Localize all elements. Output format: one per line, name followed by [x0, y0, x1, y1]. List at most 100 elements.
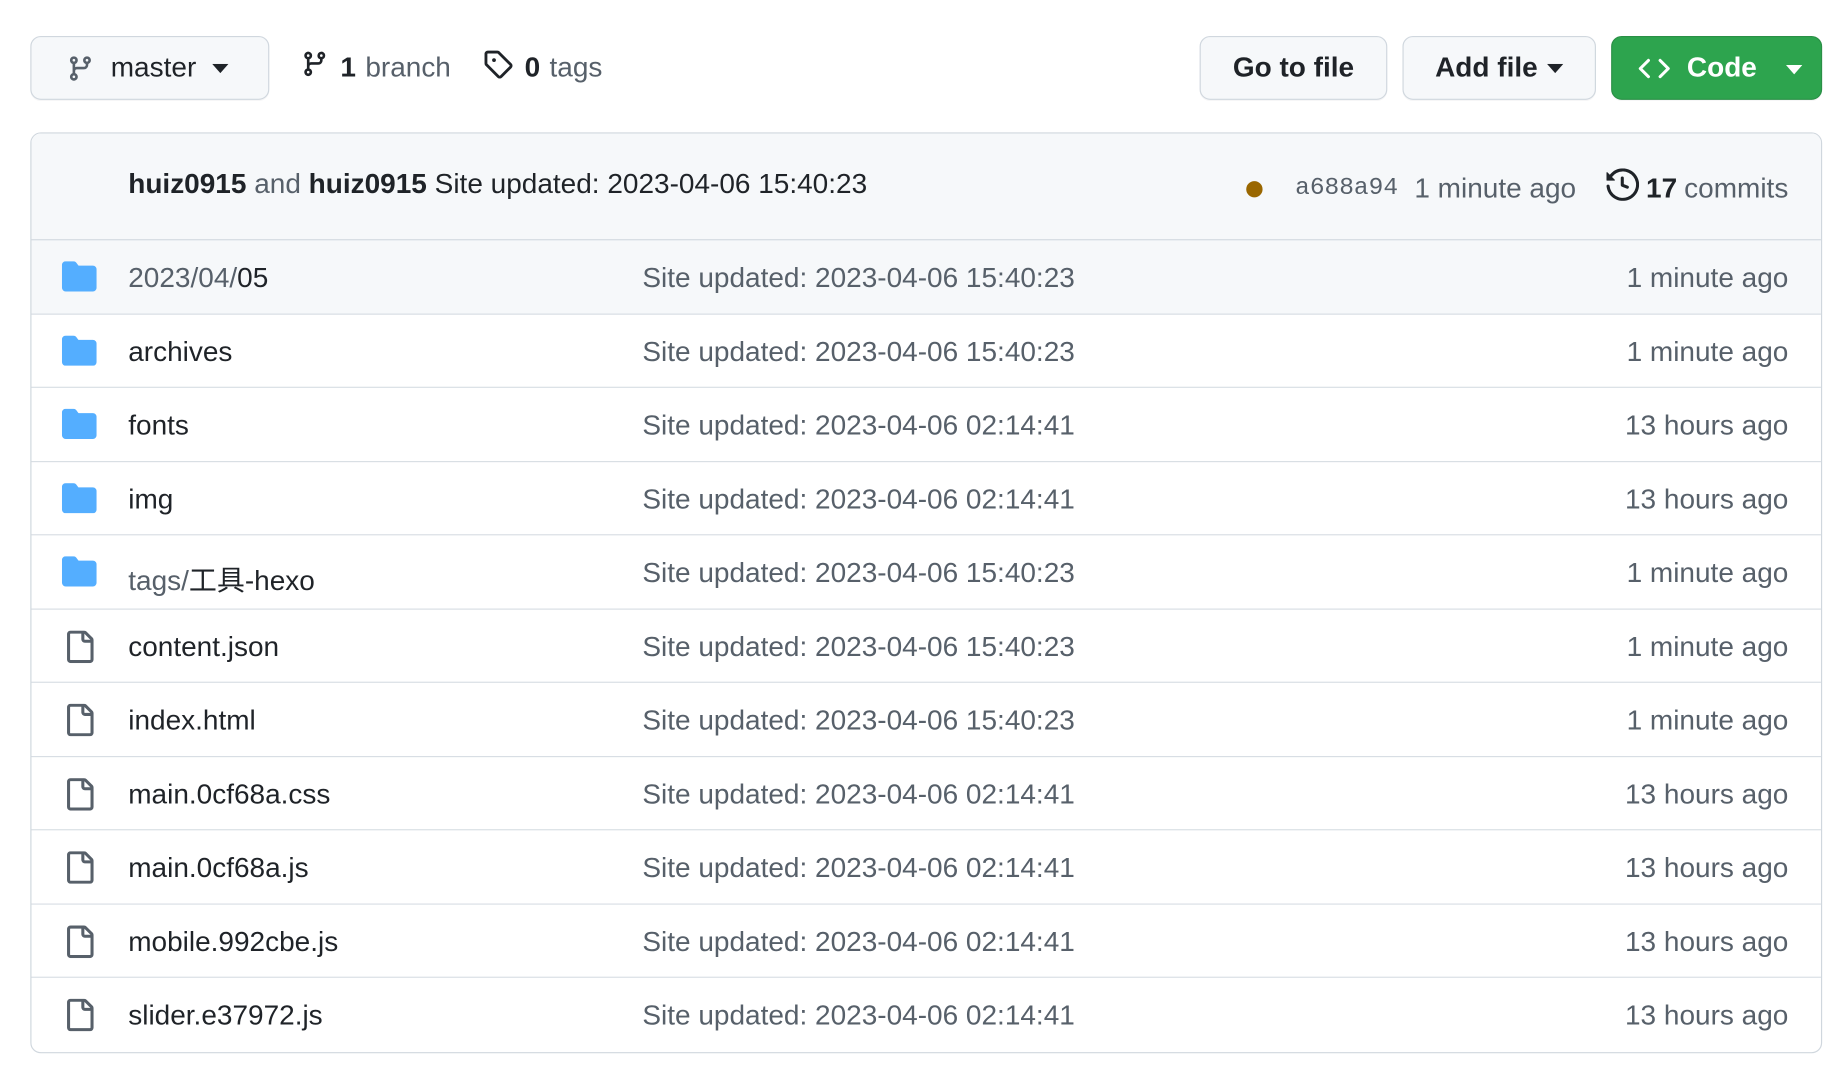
- file-row[interactable]: archives Site updated: 2023-04-06 15:40:2…: [31, 314, 1821, 388]
- file-commit-message-link[interactable]: Site updated: 2023-04-06 02:14:41: [642, 484, 1074, 517]
- file-name: slider.e37972.js: [128, 999, 323, 1032]
- file-icon: [62, 630, 97, 671]
- file-name: main.0cf68a.css: [128, 778, 331, 811]
- file-commit-message-link[interactable]: Site updated: 2023-04-06 15:40:23: [642, 336, 1074, 369]
- file-name: content.json: [128, 631, 280, 663]
- add-file-label: Add file: [1435, 51, 1538, 84]
- branches-count: 1: [340, 51, 356, 84]
- folder-icon: [61, 556, 97, 594]
- file-name-link[interactable]: 2023/04/05: [128, 262, 268, 295]
- file-row[interactable]: index.html Site updated: 2023-04-06 15:40…: [31, 683, 1821, 757]
- commits-history-link[interactable]: 17 commits: [1606, 168, 1788, 209]
- file-commit-message-link[interactable]: Site updated: 2023-04-06 15:40:23: [642, 705, 1074, 738]
- file-commit-age: 13 hours ago: [1624, 483, 1789, 516]
- file-commit-age: 13 hours ago: [1624, 999, 1789, 1032]
- add-file-button[interactable]: Add file: [1402, 36, 1596, 100]
- file-name-link[interactable]: img: [128, 484, 173, 517]
- file-path-prefix: 2023/04/: [128, 262, 238, 294]
- caret-down-icon: [1547, 63, 1564, 73]
- file-icon: [62, 851, 97, 892]
- tag-icon: [483, 49, 513, 87]
- file-commit-message-link[interactable]: Site updated: 2023-04-06 02:14:41: [642, 1000, 1074, 1033]
- file-icon: [62, 998, 97, 1040]
- file-name-link[interactable]: index.html: [128, 705, 256, 738]
- file-name: 05: [237, 262, 269, 294]
- code-icon: [1638, 55, 1671, 81]
- commit-age: 1 minute ago: [1414, 172, 1577, 204]
- tags-label: tags: [549, 51, 603, 84]
- commit-authors: huiz0915 and huiz0915 Site updated: 2023…: [128, 168, 867, 201]
- file-commit-message-link[interactable]: Site updated: 2023-04-06 02:14:41: [642, 410, 1074, 443]
- file-commit-message-link[interactable]: Site updated: 2023-04-06 02:14:41: [642, 926, 1074, 959]
- file-row[interactable]: 2023/04/05 Site updated: 2023-04-06 15:40…: [31, 240, 1821, 315]
- branch-name: master: [110, 51, 197, 84]
- branches-link[interactable]: 1 branch: [301, 36, 451, 100]
- file-name-link[interactable]: archives: [128, 336, 232, 369]
- tags-link[interactable]: 0 tags: [483, 36, 603, 100]
- go-to-file-button[interactable]: Go to file: [1199, 36, 1388, 100]
- file-commit-message-link[interactable]: Site updated: 2023-04-06 02:14:41: [642, 779, 1074, 812]
- file-row[interactable]: content.json Site updated: 2023-04-06 15:…: [31, 609, 1821, 683]
- file-name-link[interactable]: fonts: [128, 410, 189, 443]
- file-commit-message-link[interactable]: Site updated: 2023-04-06 02:14:41: [642, 852, 1074, 885]
- file-name: archives: [128, 336, 233, 368]
- file-name: main.0cf68a.js: [128, 852, 309, 884]
- file-name-link[interactable]: mobile.992cbe.js: [128, 926, 338, 959]
- commit-message-link[interactable]: Site updated: 2023-04-06 15:40:23: [435, 168, 867, 199]
- file-name-link[interactable]: main.0cf68a.js: [128, 852, 308, 885]
- code-button[interactable]: Code: [1611, 36, 1823, 100]
- file-commit-age: 13 hours ago: [1624, 778, 1789, 811]
- commit-committer-link[interactable]: huiz0915: [309, 168, 427, 199]
- branch-select-button[interactable]: master: [30, 36, 270, 100]
- commit-meta: a688a94 1 minute ago 17 commits: [1246, 168, 1788, 209]
- commit-status-dot[interactable]: [1246, 180, 1263, 197]
- file-path-prefix: tags/: [128, 565, 189, 597]
- file-commit-age: 1 minute ago: [1626, 631, 1789, 663]
- file-commit-message-link[interactable]: Site updated: 2023-04-06 15:40:23: [642, 262, 1074, 295]
- file-name: index.html: [128, 704, 256, 737]
- file-name-link[interactable]: main.0cf68a.css: [128, 779, 330, 812]
- file-commit-message-link[interactable]: Site updated: 2023-04-06 15:40:23: [642, 557, 1074, 590]
- file-name: mobile.992cbe.js: [128, 926, 339, 958]
- file-rows: 2023/04/05 Site updated: 2023-04-06 15:40…: [31, 240, 1821, 1051]
- file-row[interactable]: main.0cf68a.js Site updated: 2023-04-06 0…: [31, 830, 1821, 905]
- folder-icon: [61, 261, 97, 299]
- file-row[interactable]: main.0cf68a.css Site updated: 2023-04-06 …: [31, 757, 1821, 831]
- file-name-link[interactable]: slider.e37972.js: [128, 1000, 322, 1033]
- file-name: img: [128, 483, 174, 516]
- file-row[interactable]: slider.e37972.js Site updated: 2023-04-06…: [31, 978, 1821, 1052]
- file-icon: [62, 924, 97, 966]
- caret-down-icon: [1786, 65, 1803, 75]
- commit-sha-link[interactable]: a688a94: [1295, 175, 1398, 202]
- file-name-link[interactable]: tags/工具-hexo: [128, 557, 315, 598]
- file-icon: [62, 703, 97, 745]
- file-commit-age: 1 minute ago: [1626, 704, 1789, 737]
- file-commit-age: 13 hours ago: [1624, 409, 1789, 442]
- commit-and-text: and: [254, 168, 301, 200]
- file-commit-message-link[interactable]: Site updated: 2023-04-06 15:40:23: [642, 631, 1074, 664]
- file-name: 工具-hexo: [188, 565, 315, 597]
- commits-label: commits: [1684, 172, 1789, 204]
- history-icon: [1606, 168, 1640, 209]
- file-row[interactable]: fonts Site updated: 2023-04-06 02:14:41 13…: [31, 388, 1821, 462]
- file-commit-age: 1 minute ago: [1626, 262, 1789, 294]
- folder-icon: [61, 408, 97, 447]
- file-name: fonts: [128, 409, 189, 442]
- go-to-file-label: Go to file: [1232, 51, 1355, 84]
- folder-icon: [61, 482, 97, 521]
- tags-count: 0: [524, 51, 541, 84]
- file-listing: huiz0915 and huiz0915 Site updated: 2023…: [30, 132, 1823, 1054]
- repo-toolbar: master 1 branch 0 tags Go to file Add fi…: [0, 0, 1828, 132]
- git-branch-icon: [66, 53, 94, 83]
- file-commit-age: 13 hours ago: [1624, 852, 1789, 884]
- latest-commit-bar: huiz0915 and huiz0915 Site updated: 2023…: [31, 133, 1821, 241]
- caret-down-icon: [212, 63, 229, 73]
- file-row[interactable]: mobile.992cbe.js Site updated: 2023-04-06…: [31, 904, 1821, 978]
- file-row[interactable]: tags/工具-hexo Site updated: 2023-04-06 15:…: [31, 535, 1821, 610]
- file-name-link[interactable]: content.json: [128, 631, 279, 664]
- file-row[interactable]: img Site updated: 2023-04-06 02:14:41 13 h…: [31, 462, 1821, 536]
- commit-author-link[interactable]: huiz0915: [128, 168, 246, 199]
- code-label: Code: [1686, 51, 1757, 84]
- file-commit-age: 13 hours ago: [1624, 926, 1789, 958]
- commits-count: 17: [1646, 172, 1678, 204]
